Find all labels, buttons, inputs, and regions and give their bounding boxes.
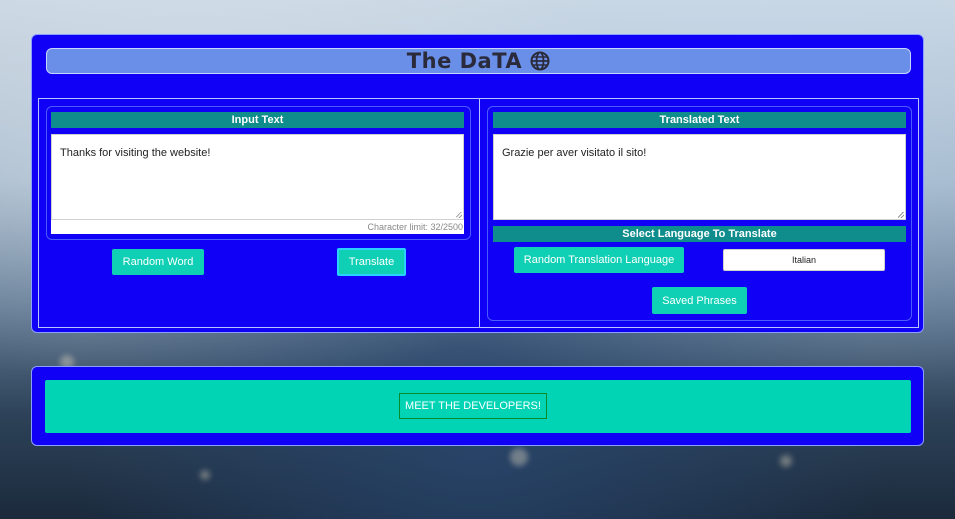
saved-phrases-button[interactable]: Saved Phrases [652, 287, 747, 314]
resize-grip-icon[interactable] [456, 212, 462, 218]
meet-developers-button[interactable]: MEET THE DEVELOPERS! [399, 393, 547, 419]
translate-button[interactable]: Translate [337, 248, 406, 276]
globe-icon [530, 51, 550, 71]
developers-panel: MEET THE DEVELOPERS! [31, 366, 924, 446]
select-language-header: Select Language To Translate [493, 226, 906, 242]
background-bokeh [510, 448, 528, 466]
app-title: The DaTA [406, 49, 523, 73]
translator-panel: The DaTA Input Text Thanks for visiting … [31, 34, 924, 333]
developers-band: MEET THE DEVELOPERS! [45, 380, 911, 433]
translated-text-value: Grazie per aver visitato il sito! [502, 147, 647, 159]
input-text-header: Input Text [51, 112, 464, 128]
input-textarea[interactable]: Thanks for visiting the website! [51, 134, 464, 220]
random-language-button[interactable]: Random Translation Language [514, 247, 684, 273]
title-bar: The DaTA [46, 48, 911, 74]
background-bokeh [200, 470, 210, 480]
resize-grip-icon[interactable] [898, 212, 904, 218]
input-text-value: Thanks for visiting the website! [60, 147, 211, 159]
random-word-button[interactable]: Random Word [112, 249, 204, 275]
content-row: Input Text Thanks for visiting the websi… [38, 98, 919, 328]
background-bokeh [780, 455, 792, 467]
character-limit: Character limit: 32/2500 [51, 220, 464, 234]
language-select[interactable]: Italian [723, 249, 885, 271]
column-divider [479, 99, 480, 327]
translated-textarea[interactable]: Grazie per aver visitato il sito! [493, 134, 906, 220]
translated-text-header: Translated Text [493, 112, 906, 128]
